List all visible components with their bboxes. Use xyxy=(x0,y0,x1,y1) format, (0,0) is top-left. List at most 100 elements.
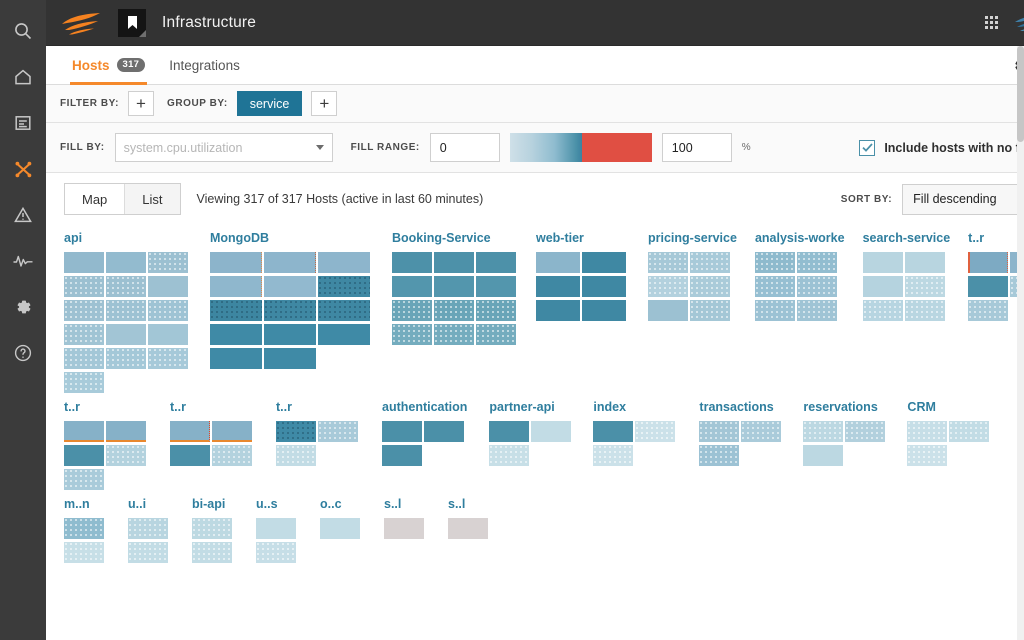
host-tile[interactable] xyxy=(106,276,146,297)
host-tile[interactable] xyxy=(862,276,903,297)
host-tile[interactable] xyxy=(106,300,146,321)
host-tile[interactable] xyxy=(796,276,837,297)
rail-item-home[interactable] xyxy=(0,54,46,100)
host-tile[interactable] xyxy=(699,445,740,466)
rail-item-logs[interactable] xyxy=(0,100,46,146)
host-tile[interactable] xyxy=(64,372,104,393)
host-group-title[interactable]: m..n xyxy=(64,497,106,511)
host-group-title[interactable]: index xyxy=(593,400,677,414)
host-tile[interactable] xyxy=(593,421,634,442)
host-tile[interactable] xyxy=(968,252,1009,273)
rail-item-settings[interactable] xyxy=(0,284,46,330)
user-avatar[interactable] xyxy=(1012,8,1024,38)
host-tile[interactable] xyxy=(212,421,252,442)
host-tile[interactable] xyxy=(64,542,104,563)
fill-range-max-input[interactable]: 100 xyxy=(661,133,732,162)
host-tile[interactable] xyxy=(796,252,837,273)
host-tile[interactable] xyxy=(489,445,530,466)
host-tile[interactable] xyxy=(862,252,903,273)
host-tile[interactable] xyxy=(320,518,360,539)
host-tile[interactable] xyxy=(699,421,740,442)
host-tile[interactable] xyxy=(256,542,296,563)
rail-item-infrastructure[interactable] xyxy=(0,146,46,192)
host-tile[interactable] xyxy=(434,300,474,321)
host-tile[interactable] xyxy=(210,324,262,345)
host-tile[interactable] xyxy=(148,300,188,321)
host-tile[interactable] xyxy=(64,421,104,442)
host-tile[interactable] xyxy=(392,300,432,321)
host-tile[interactable] xyxy=(904,300,945,321)
host-group-title[interactable]: web-tier xyxy=(536,231,628,245)
add-filter-button[interactable]: + xyxy=(128,91,155,116)
host-tile[interactable] xyxy=(536,276,580,297)
host-tile[interactable] xyxy=(648,276,688,297)
host-group-title[interactable]: s..l xyxy=(384,497,426,511)
host-tile[interactable] xyxy=(968,300,1009,321)
host-tile[interactable] xyxy=(64,518,104,539)
host-group-title[interactable]: transactions xyxy=(699,400,783,414)
host-tile[interactable] xyxy=(106,445,146,466)
rail-item-metrics[interactable] xyxy=(0,238,46,284)
host-tile[interactable] xyxy=(264,348,316,369)
host-tile[interactable] xyxy=(64,324,104,345)
host-tile[interactable] xyxy=(264,300,316,321)
host-tile[interactable] xyxy=(128,518,168,539)
include-no-fill-toggle[interactable]: Include hosts with no fill xyxy=(859,139,1024,156)
rail-item-search[interactable] xyxy=(0,8,46,54)
tab-integrations[interactable]: Integrations xyxy=(157,46,252,84)
host-tile[interactable] xyxy=(384,518,424,539)
host-tile[interactable] xyxy=(582,252,626,273)
host-tile[interactable] xyxy=(476,276,516,297)
host-tile[interactable] xyxy=(434,276,474,297)
host-group-title[interactable]: MongoDB xyxy=(210,231,372,245)
bookmark-button[interactable] xyxy=(118,8,146,37)
host-tile[interactable] xyxy=(148,252,188,273)
host-tile[interactable] xyxy=(754,276,795,297)
host-tile[interactable] xyxy=(635,421,676,442)
host-tile[interactable] xyxy=(476,300,516,321)
host-tile[interactable] xyxy=(170,445,210,466)
host-tile[interactable] xyxy=(212,445,252,466)
host-group-title[interactable]: u..i xyxy=(128,497,170,511)
host-group-title[interactable]: analysis-worke xyxy=(755,231,845,245)
host-tile[interactable] xyxy=(192,518,232,539)
host-tile[interactable] xyxy=(754,252,795,273)
host-tile[interactable] xyxy=(796,300,837,321)
host-tile[interactable] xyxy=(106,324,146,345)
host-tile[interactable] xyxy=(64,300,104,321)
host-group-title[interactable]: authentication xyxy=(382,400,467,414)
host-tile[interactable] xyxy=(536,300,580,321)
host-group-title[interactable]: partner-api xyxy=(489,400,573,414)
host-tile[interactable] xyxy=(264,276,316,297)
host-tile[interactable] xyxy=(949,421,990,442)
host-tile[interactable] xyxy=(904,276,945,297)
host-tile[interactable] xyxy=(148,348,188,369)
brand-logo[interactable] xyxy=(46,10,116,36)
host-tile[interactable] xyxy=(907,421,948,442)
host-group-title[interactable]: search-service xyxy=(863,231,951,245)
host-tile[interactable] xyxy=(128,542,168,563)
host-group-title[interactable]: t..r xyxy=(170,400,254,414)
host-tile[interactable] xyxy=(907,445,948,466)
host-group-title[interactable]: s..l xyxy=(448,497,490,511)
host-tile[interactable] xyxy=(582,300,626,321)
host-tile[interactable] xyxy=(276,421,316,442)
host-tile[interactable] xyxy=(648,252,688,273)
host-group-title[interactable]: t..r xyxy=(276,400,360,414)
host-tile[interactable] xyxy=(64,348,104,369)
host-tile[interactable] xyxy=(318,300,370,321)
host-tile[interactable] xyxy=(64,252,104,273)
view-toggle-list[interactable]: List xyxy=(124,184,180,214)
host-tile[interactable] xyxy=(264,324,316,345)
host-tile[interactable] xyxy=(264,252,316,273)
host-group-title[interactable]: api xyxy=(64,231,190,245)
host-tile[interactable] xyxy=(476,324,516,345)
host-tile[interactable] xyxy=(741,421,782,442)
host-tile[interactable] xyxy=(392,252,432,273)
host-tile[interactable] xyxy=(904,252,945,273)
host-tile[interactable] xyxy=(64,276,104,297)
host-tile[interactable] xyxy=(434,252,474,273)
host-tile[interactable] xyxy=(476,252,516,273)
host-tile[interactable] xyxy=(531,421,572,442)
rail-item-alerts[interactable] xyxy=(0,192,46,238)
